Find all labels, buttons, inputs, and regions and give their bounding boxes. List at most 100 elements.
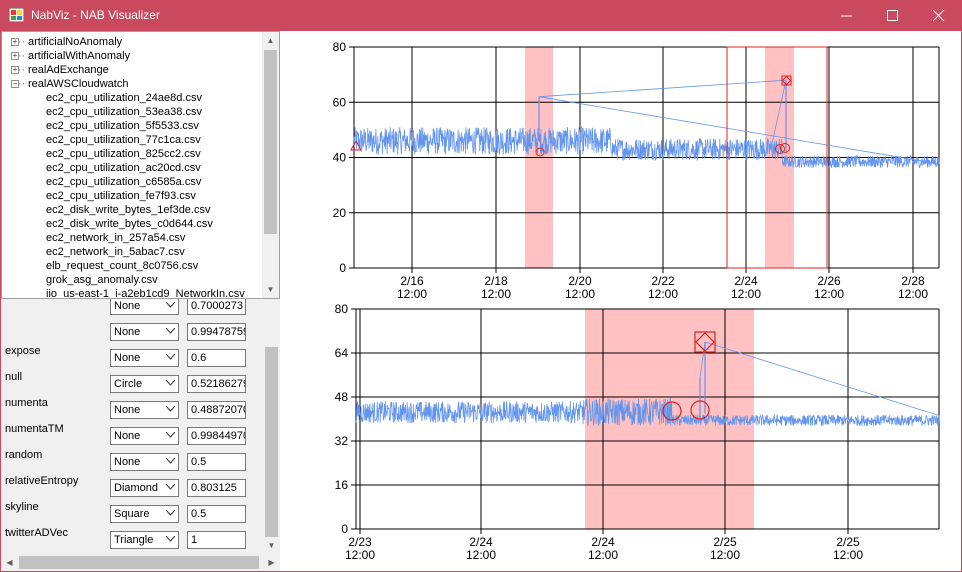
close-button[interactable] — [916, 0, 962, 31]
threshold-value: 0.5 — [191, 508, 207, 520]
threshold-value: 0.803125 — [191, 482, 237, 494]
x-tick-label: 2/25 — [713, 535, 737, 549]
marker-shape-value: None — [114, 430, 141, 442]
tree-file-label: ec2_cpu_utilization_77c1ca.csv — [46, 134, 201, 146]
chevron-down-icon — [166, 484, 175, 490]
threshold-value: 0.48872070 — [191, 404, 246, 416]
overview-chart[interactable]: 0204060802/1612:002/1812:002/2012:002/22… — [282, 31, 960, 299]
threshold-input[interactable]: 0.5 — [187, 453, 246, 471]
tree-group-label: artificialNoAnomaly — [28, 36, 123, 48]
threshold-value: 0.99844970 — [191, 430, 246, 442]
scroll-up-arrow-icon[interactable]: ▲ — [262, 32, 279, 49]
detector-name: numentaTM — [5, 423, 64, 435]
title-bar: NabViz - NAB Visualizer — [0, 0, 962, 31]
maximize-icon — [887, 10, 898, 21]
threshold-input[interactable]: 1 — [187, 531, 246, 549]
detector-name: numenta — [5, 397, 48, 409]
marker-shape-dropdown[interactable]: Diamond — [110, 479, 179, 497]
marker-shape-dropdown[interactable]: Square — [110, 505, 179, 523]
x-tick-label: 12:00 — [397, 287, 427, 299]
tree-file-item[interactable]: grok_asg_anomaly.csv — [46, 273, 158, 287]
y-tick-label: 80 — [333, 40, 347, 54]
tree-file-item[interactable]: ec2_disk_write_bytes_1ef3de.csv — [46, 203, 210, 217]
marker-shape-dropdown[interactable]: None — [110, 427, 179, 445]
chevron-down-icon — [166, 536, 175, 542]
marker-shape-dropdown[interactable]: None — [110, 349, 179, 367]
app-icon — [9, 8, 24, 22]
marker-shape-dropdown[interactable]: None — [110, 401, 179, 419]
tree-file-item[interactable]: ec2_cpu_utilization_5f5533.csv — [46, 119, 199, 133]
marker-shape-value: Circle — [114, 378, 143, 390]
threshold-value: 0.5 — [191, 456, 207, 468]
threshold-input[interactable]: 0.48872070 — [187, 401, 246, 419]
x-tick-label: 2/18 — [484, 274, 508, 288]
tree-file-label: ec2_disk_write_bytes_1ef3de.csv — [46, 204, 211, 216]
y-tick-label: 40 — [333, 151, 347, 165]
tree-file-item[interactable]: ec2_cpu_utilization_77c1ca.csv — [46, 133, 201, 147]
marker-shape-dropdown[interactable]: Triangle — [110, 531, 179, 549]
tree-file-label: ec2_cpu_utilization_53ea38.csv — [46, 106, 202, 118]
x-tick-label: 12:00 — [710, 548, 740, 562]
scroll-down-arrow-icon[interactable]: ▼ — [263, 537, 280, 554]
tree-file-item[interactable]: ec2_network_in_5abac7.csv — [46, 245, 185, 259]
x-tick-label: 12:00 — [814, 287, 844, 299]
tree-group-label: realAdExchange — [28, 64, 109, 76]
threshold-input[interactable]: 0.7000273 — [187, 299, 246, 315]
tree-file-item[interactable]: ec2_cpu_utilization_24ae8d.csv — [46, 91, 202, 105]
threshold-input[interactable]: 0.52186279 — [187, 375, 246, 393]
y-tick-label: 80 — [335, 302, 349, 316]
marker-shape-value: Diamond — [114, 482, 159, 494]
marker-shape-dropdown[interactable]: None — [110, 453, 179, 471]
chevron-down-icon — [166, 354, 175, 360]
threshold-input[interactable]: 0.99844970 — [187, 427, 246, 445]
marker-shape-dropdown[interactable]: None — [110, 323, 179, 341]
chevron-down-icon — [166, 432, 175, 438]
series-line — [353, 79, 940, 169]
dataset-tree[interactable]: + ·· artificialNoAnomaly + ·· artificial… — [1, 31, 280, 299]
threshold-input[interactable]: 0.6 — [187, 349, 246, 367]
panel-vertical-scrollbar[interactable]: ▼ — [263, 299, 280, 554]
tree-group-label: realAWSCloudwatch — [28, 78, 129, 90]
chevron-down-icon — [166, 380, 175, 386]
tree-file-item[interactable]: elb_request_count_8c0756.csv — [46, 259, 198, 273]
threshold-input[interactable]: 0.99478759 — [187, 323, 246, 341]
minimize-icon — [841, 15, 852, 17]
tree-group-label: artificialWithAnomaly — [28, 50, 131, 62]
x-tick-label: 12:00 — [648, 287, 678, 299]
maximize-button[interactable] — [870, 0, 916, 31]
tree-file-label: ec2_cpu_utilization_825cc2.csv — [46, 148, 201, 160]
threshold-input[interactable]: 0.803125 — [187, 479, 246, 497]
threshold-value: 0.7000273 — [191, 300, 243, 312]
marker-shape-dropdown[interactable]: Circle — [110, 375, 179, 393]
tree-file-item[interactable]: iio_us-east-1_i-a2eb1cd9_NetworkIn.csv — [46, 287, 245, 298]
window-title: NabViz - NAB Visualizer — [31, 8, 160, 22]
tree-file-item[interactable]: ec2_network_in_257a54.csv — [46, 231, 185, 245]
tree-file-item[interactable]: ec2_cpu_utilization_c6585a.csv — [46, 175, 201, 189]
threshold-input[interactable]: 0.5 — [187, 505, 246, 523]
tree-vertical-scrollbar[interactable]: ▲ ▼ — [262, 32, 279, 298]
scroll-down-arrow-icon[interactable]: ▼ — [262, 281, 279, 298]
scroll-left-arrow-icon[interactable]: ◀ — [1, 554, 18, 571]
minimize-button[interactable] — [824, 0, 870, 31]
panel-scroll-thumb[interactable] — [265, 347, 278, 537]
panel-hscroll-thumb[interactable] — [19, 556, 259, 569]
chevron-down-icon — [166, 458, 175, 464]
chevron-down-icon — [166, 328, 175, 334]
tree-scroll-thumb[interactable] — [264, 50, 277, 234]
x-tick-label: 2/25 — [836, 535, 860, 549]
y-tick-label: 0 — [341, 522, 348, 536]
tree-file-item[interactable]: ec2_cpu_utilization_825cc2.csv — [46, 147, 201, 161]
zoomed-chart[interactable]: 016324864802/2312:002/2412:002/2412:002/… — [282, 299, 960, 569]
detector-name: null — [5, 371, 23, 383]
scroll-right-arrow-icon[interactable]: ▶ — [263, 554, 280, 571]
tree-file-item[interactable]: ec2_cpu_utilization_fe7f93.csv — [46, 189, 196, 203]
marker-shape-dropdown[interactable]: None — [110, 299, 179, 315]
threshold-value: 0.52186279 — [191, 378, 246, 390]
y-tick-label: 16 — [335, 478, 349, 492]
tree-file-item[interactable]: ec2_disk_write_bytes_c0d644.csv — [46, 217, 213, 231]
tree-file-item[interactable]: ec2_cpu_utilization_ac20cd.csv — [46, 161, 201, 175]
panel-horizontal-scrollbar[interactable]: ◀ ▶ — [1, 554, 280, 571]
tree-file-item[interactable]: ec2_cpu_utilization_53ea38.csv — [46, 105, 202, 119]
x-tick-label: 2/22 — [651, 274, 675, 288]
x-tick-label: 12:00 — [833, 548, 863, 562]
